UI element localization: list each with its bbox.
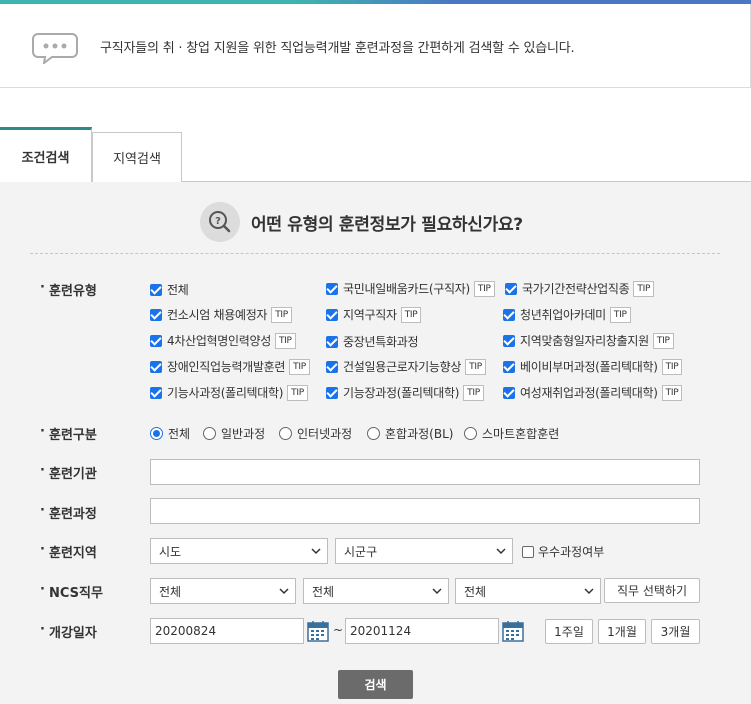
checkbox-checked-icon xyxy=(150,334,162,347)
checkbox-checked-icon xyxy=(150,283,162,296)
question-title: 어떤 유형의 훈련정보가 필요하신가요? xyxy=(251,215,523,235)
select-job-button[interactable]: 직무 선택하기 xyxy=(604,578,700,603)
tip-badge[interactable]: TIP xyxy=(661,358,683,375)
checkbox-checked-icon xyxy=(326,308,338,321)
training-type-checkbox[interactable]: 청년취업아카데미 TIP xyxy=(503,306,631,323)
checkbox-checked-icon xyxy=(326,386,338,399)
training-type-checkbox[interactable]: 전체 xyxy=(150,281,189,298)
speech-bubble-icon xyxy=(32,33,78,64)
tip-badge[interactable]: TIP xyxy=(289,358,310,375)
ncs-select-medium[interactable]: 전체 xyxy=(303,578,449,604)
training-category-radio[interactable]: 혼합과정(BL) xyxy=(367,425,453,442)
checkbox-checked-icon xyxy=(503,360,515,373)
search-tabs: 조건검색 지역검색 xyxy=(0,127,751,183)
training-type-checkbox[interactable]: 국민내일배움카드(구직자) TIP xyxy=(326,280,495,297)
training-type-checkbox[interactable]: 중장년특화과정 xyxy=(326,333,418,350)
three-month-button[interactable]: 3개월 xyxy=(651,619,700,644)
tip-badge[interactable]: TIP xyxy=(465,358,486,375)
checkbox-checked-icon xyxy=(503,386,515,399)
radio-empty-icon xyxy=(279,427,292,440)
question-header: ? 어떤 유형의 훈련정보가 필요하신가요? xyxy=(0,202,751,242)
search-panel: ? 어떤 유형의 훈련정보가 필요하신가요? 훈련유형 전체 국민내일배움카드(… xyxy=(0,182,751,704)
checkbox-checked-icon xyxy=(326,282,338,295)
tip-badge[interactable]: TIP xyxy=(652,332,674,349)
training-category-radio[interactable]: 전체 xyxy=(150,425,190,442)
tip-badge[interactable]: TIP xyxy=(633,280,655,297)
start-date-from-input[interactable]: 20200824 xyxy=(150,618,304,644)
date-separator: ~ xyxy=(333,623,344,637)
training-category-radio[interactable]: 일반과정 xyxy=(203,425,265,442)
training-region-label: 훈련지역 xyxy=(40,542,97,561)
training-course-input[interactable] xyxy=(150,498,700,524)
training-type-checkbox[interactable]: 4차산업혁명인력양성 TIP xyxy=(150,332,296,349)
checkbox-checked-icon xyxy=(150,386,162,399)
training-type-checkbox[interactable]: 기능장과정(폴리텍대학) TIP xyxy=(326,384,484,401)
tip-badge[interactable]: TIP xyxy=(400,306,422,323)
training-category-radio[interactable]: 스마트혼합훈련 xyxy=(464,425,559,442)
checkbox-checked-icon xyxy=(503,308,515,321)
checkbox-checked-icon xyxy=(326,360,338,373)
training-type-checkbox[interactable]: 장애인직업능력개발훈련 TIP xyxy=(150,358,310,375)
training-type-checkbox[interactable]: 지역구직자 TIP xyxy=(326,306,422,323)
checkbox-checked-icon xyxy=(150,360,162,373)
checkbox-checked-icon xyxy=(503,334,515,347)
chevron-down-icon xyxy=(279,588,289,595)
calendar-icon[interactable] xyxy=(502,620,524,642)
radio-empty-icon xyxy=(367,427,380,440)
tip-badge[interactable]: TIP xyxy=(609,306,631,323)
search-button[interactable]: 검색 xyxy=(338,670,413,699)
chevron-down-icon xyxy=(311,548,321,555)
training-type-checkbox[interactable]: 여성재취업과정(폴리텍대학) TIP xyxy=(503,384,683,401)
training-course-label: 훈련과정 xyxy=(40,503,97,522)
checkbox-checked-icon xyxy=(150,308,162,321)
tip-badge[interactable]: TIP xyxy=(287,384,308,401)
training-type-checkbox[interactable]: 지역맞춤형일자리창출지원 TIP xyxy=(503,332,674,349)
radio-empty-icon xyxy=(203,427,216,440)
svg-text:?: ? xyxy=(215,216,221,227)
training-type-label: 훈련유형 xyxy=(40,280,97,299)
section-divider xyxy=(30,253,720,254)
intro-message: 구직자들의 취 · 창업 지원을 위한 직업능력개발 훈련과정을 간편하게 검색… xyxy=(100,41,575,56)
checkbox-checked-icon xyxy=(505,282,517,295)
training-type-checkbox[interactable]: 베이비부머과정(폴리텍대학) TIP xyxy=(503,358,683,375)
training-type-checkbox[interactable]: 국가기간전략산업직종 TIP xyxy=(505,280,655,297)
training-category-label: 훈련구분 xyxy=(40,424,97,443)
excellent-course-checkbox[interactable]: 우수과정여부 xyxy=(522,543,604,560)
tip-badge[interactable]: TIP xyxy=(271,306,292,323)
one-week-button[interactable]: 1주일 xyxy=(545,619,593,644)
checkbox-checked-icon xyxy=(326,335,338,348)
training-type-checkbox[interactable]: 건설일용근로자기능향상 TIP xyxy=(326,358,486,375)
checkbox-empty-icon xyxy=(522,545,534,558)
chevron-down-icon xyxy=(584,588,594,595)
start-date-label: 개강일자 xyxy=(40,622,97,641)
calendar-icon[interactable] xyxy=(307,620,329,642)
tip-badge[interactable]: TIP xyxy=(473,280,495,297)
training-institution-input[interactable] xyxy=(150,459,700,485)
intro-banner: 구직자들의 취 · 창업 지원을 위한 직업능력개발 훈련과정을 간편하게 검색… xyxy=(0,4,751,88)
chevron-down-icon xyxy=(432,588,442,595)
start-date-to-input[interactable]: 20201124 xyxy=(345,618,499,644)
one-month-button[interactable]: 1개월 xyxy=(598,619,646,644)
training-category-radio[interactable]: 인터넷과정 xyxy=(279,425,352,442)
chevron-down-icon xyxy=(496,548,506,555)
training-type-checkbox[interactable]: 컨소시엄 채용예정자 TIP xyxy=(150,306,292,323)
sido-select[interactable]: 시도 xyxy=(150,538,328,564)
tip-badge[interactable]: TIP xyxy=(275,332,296,349)
tab-condition-search[interactable]: 조건검색 xyxy=(0,127,92,183)
sigungu-select[interactable]: 시군구 xyxy=(335,538,513,564)
tip-badge[interactable]: TIP xyxy=(463,384,484,401)
radio-selected-icon xyxy=(150,427,163,440)
ncs-select-large[interactable]: 전체 xyxy=(150,578,296,604)
radio-empty-icon xyxy=(464,427,477,440)
search-question-icon: ? xyxy=(200,202,240,242)
training-institution-label: 훈련기관 xyxy=(40,463,97,482)
ncs-select-small[interactable]: 전체 xyxy=(455,578,601,604)
tip-badge[interactable]: TIP xyxy=(661,384,683,401)
tab-region-search[interactable]: 지역검색 xyxy=(92,132,182,182)
ncs-job-label: NCS직무 xyxy=(40,582,103,601)
training-type-checkbox[interactable]: 기능사과정(폴리텍대학) TIP xyxy=(150,384,308,401)
